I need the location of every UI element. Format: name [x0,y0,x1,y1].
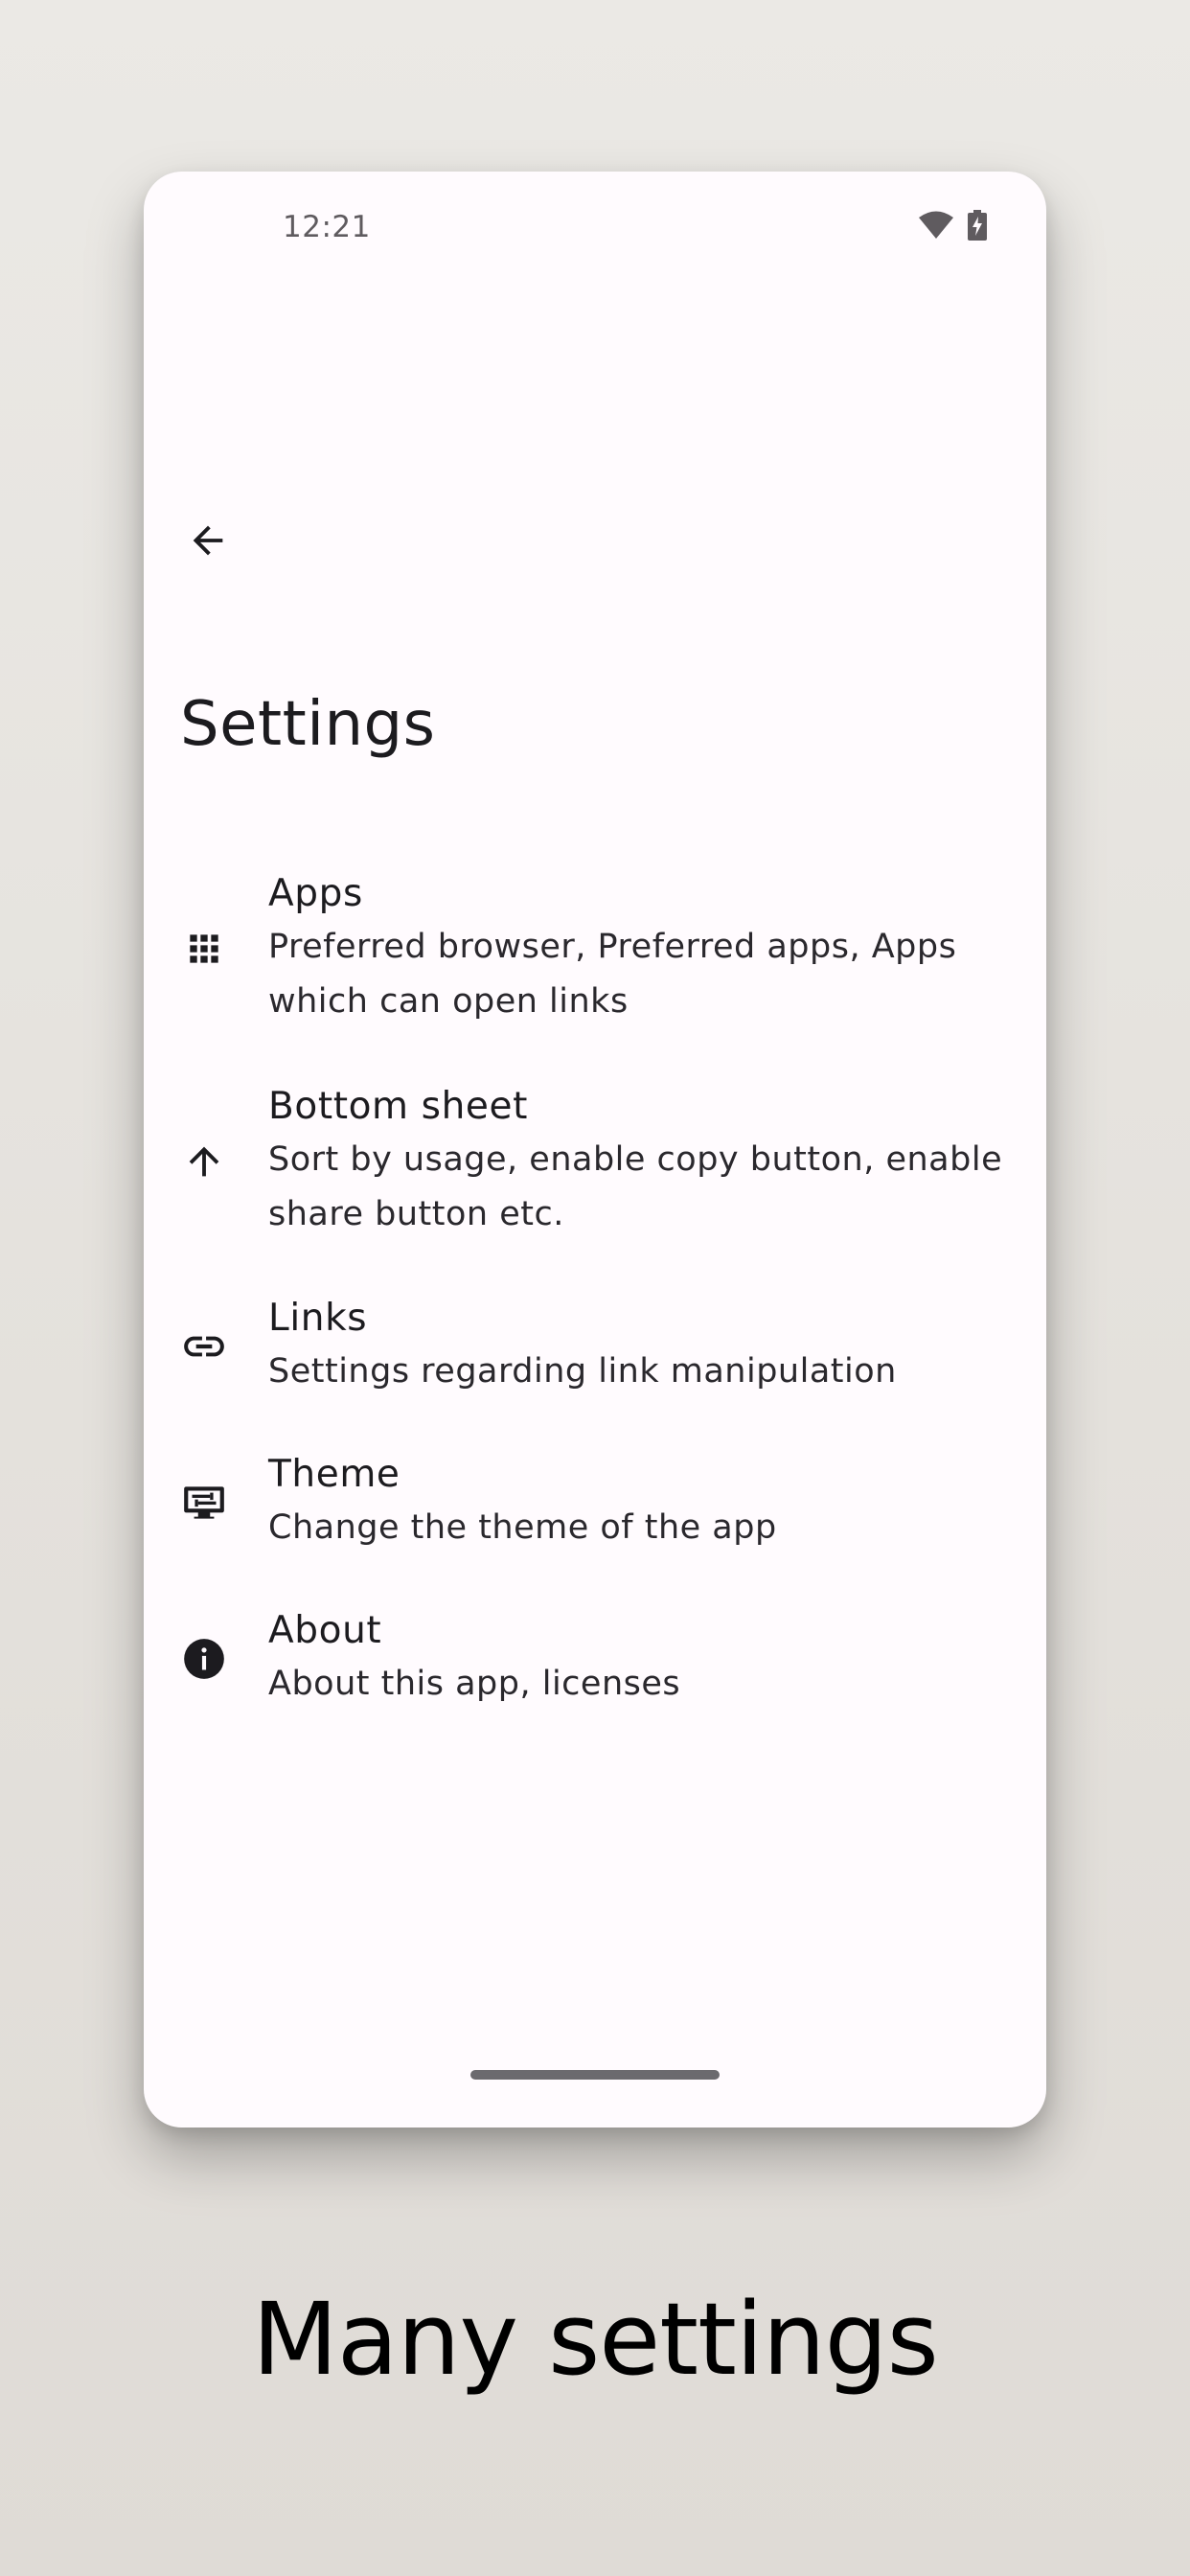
setting-text: Theme Change the theme of the app [268,1449,777,1555]
phone-screen: 12:21 Settings Apps Preferred browser, P… [144,172,1046,2128]
setting-subtitle-line: Change the theme of the app [268,1508,777,1547]
setting-text: About About this app, licenses [268,1605,680,1712]
setting-title: Apps [268,872,363,915]
info-icon [180,1635,228,1683]
status-bar: 12:21 [144,172,1046,287]
setting-title: Links [268,1297,368,1340]
arrow-back-icon [186,518,230,566]
setting-item-links[interactable]: Links Settings regarding link manipulati… [144,1268,1046,1424]
setting-title: Bottom sheet [268,1085,528,1128]
battery-charging-icon [968,210,987,244]
setting-subtitle-line: Sort by usage, enable copy button, enabl… [268,1140,1003,1179]
back-button[interactable] [168,502,248,583]
settings-list: Apps Preferred browser, Preferred apps, … [144,842,1046,1736]
link-icon [180,1322,228,1370]
setting-text: Bottom sheet Sort by usage, enable copy … [268,1081,1002,1242]
setting-subtitle-line: which can open links [268,982,629,1021]
setting-item-theme[interactable]: Theme Change the theme of the app [144,1424,1046,1580]
theme-display-icon [180,1479,228,1527]
page-title: Settings [180,689,436,760]
setting-item-bottom-sheet[interactable]: Bottom sheet Sort by usage, enable copy … [144,1055,1046,1268]
setting-item-about[interactable]: About About this app, licenses [144,1580,1046,1736]
apps-grid-icon [180,925,228,973]
setting-text: Apps Preferred browser, Preferred apps, … [268,868,956,1029]
setting-title: Theme [268,1453,400,1496]
setting-subtitle-line: About this app, licenses [268,1665,681,1703]
promo-caption: Many settings [252,2281,939,2398]
status-icons [918,210,987,244]
wifi-icon [918,211,954,243]
status-time: 12:21 [283,210,371,244]
home-indicator[interactable] [470,2070,720,2080]
setting-text: Links Settings regarding link manipulati… [268,1293,897,1399]
setting-item-apps[interactable]: Apps Preferred browser, Preferred apps, … [144,842,1046,1055]
setting-subtitle-line: Settings regarding link manipulation [268,1352,897,1391]
setting-title: About [268,1609,382,1652]
setting-subtitle-line: Preferred browser, Preferred apps, Apps [268,928,957,966]
arrow-up-icon [180,1138,228,1185]
setting-subtitle-line: share button etc. [268,1195,564,1233]
